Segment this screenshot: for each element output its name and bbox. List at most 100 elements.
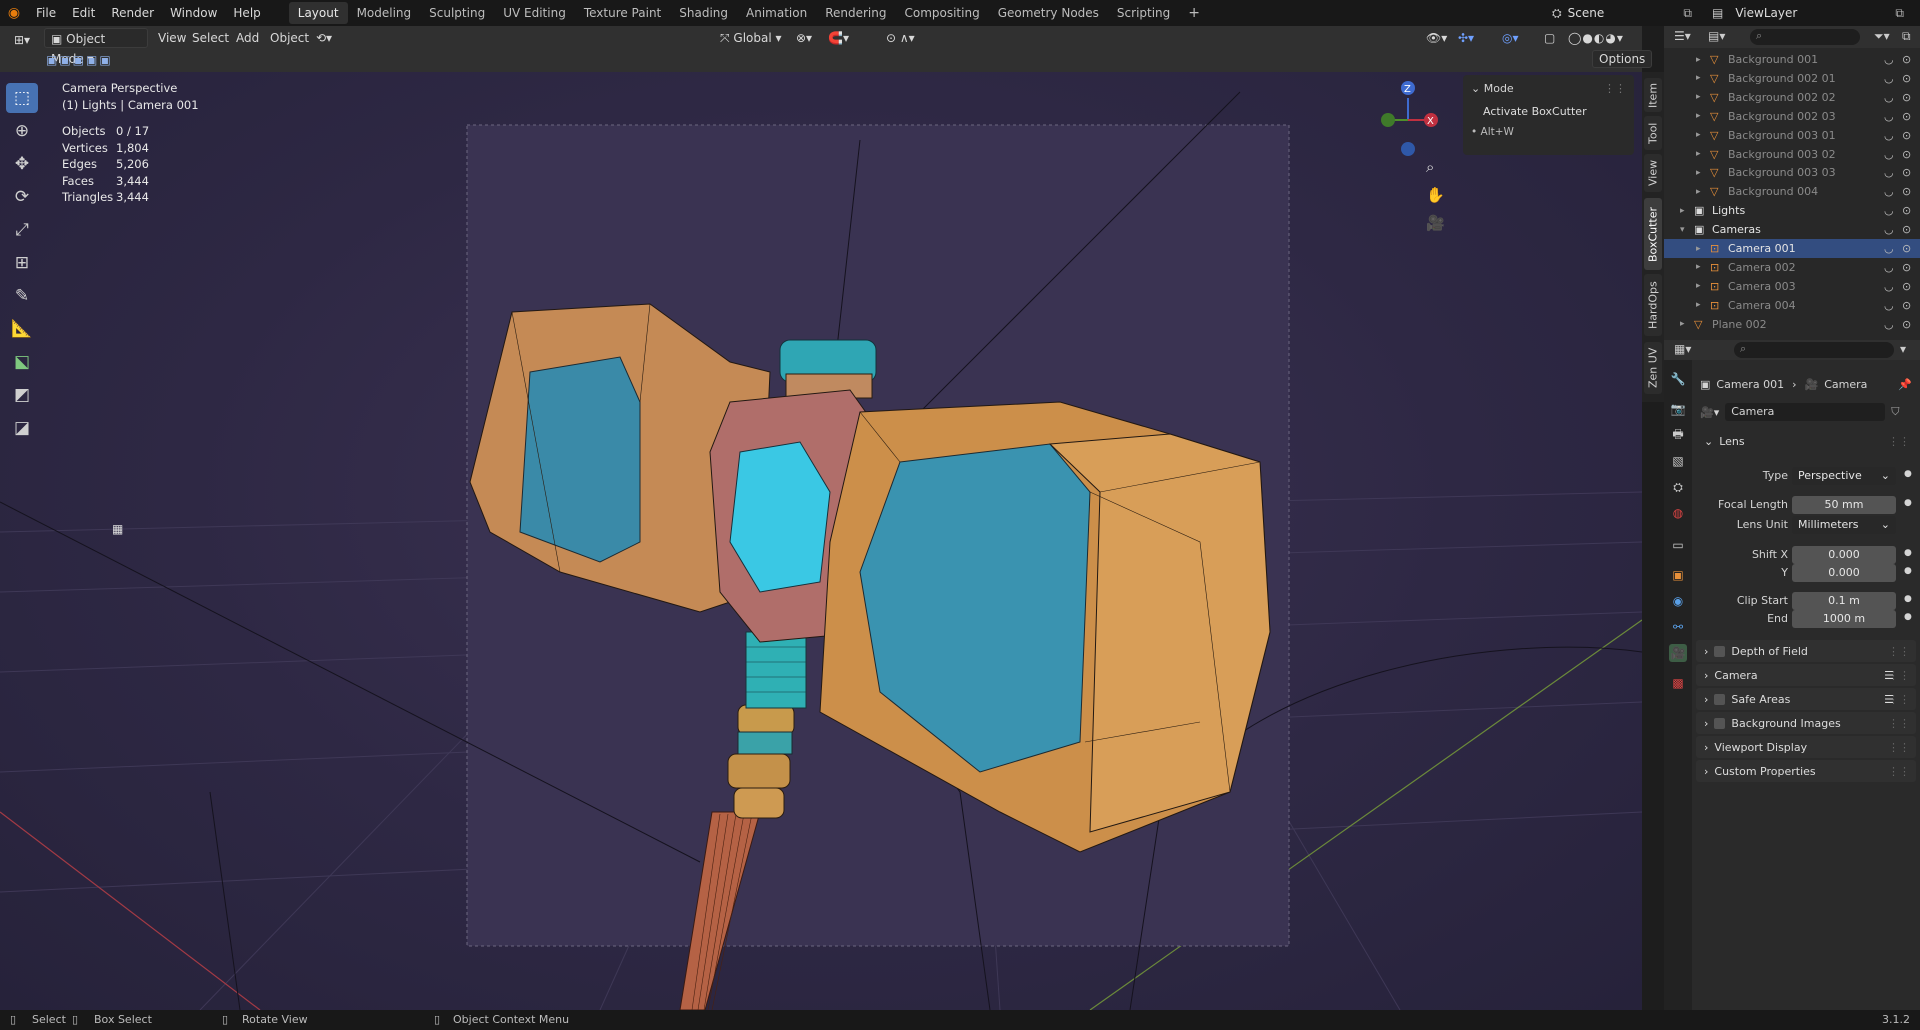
visibility-eye-icon[interactable]: ◡ xyxy=(1884,148,1894,161)
tab-scripting[interactable]: Scripting xyxy=(1108,2,1179,24)
camera-panel[interactable]: › Camera ☰ ⋮⋮ xyxy=(1696,664,1916,686)
constraints-props-icon[interactable]: ⚯ xyxy=(1669,618,1687,636)
select-mode-icons[interactable]: ▣▣▣▣▣ xyxy=(40,50,119,70)
visibility-eye-icon[interactable]: ◡ xyxy=(1884,318,1894,331)
outliner-row[interactable]: ▸ ▽ Background 002 02 ◡ ⊙ xyxy=(1664,88,1920,107)
menu-select[interactable]: Select xyxy=(186,28,235,48)
outliner-editor-icon[interactable]: ☰▾ xyxy=(1674,29,1691,43)
menu-edit[interactable]: Edit xyxy=(64,0,103,26)
keyframe-dot-icon[interactable]: ● xyxy=(1904,469,1912,479)
visibility-eye-icon[interactable]: ◡ xyxy=(1884,185,1894,198)
visibility-eye-icon[interactable]: ◡ xyxy=(1884,204,1894,217)
pan-view-icon[interactable]: ✋ xyxy=(1426,186,1445,204)
keyframe-dot-icon[interactable]: ● xyxy=(1904,498,1912,508)
scale-tool-icon[interactable]: ⤢ xyxy=(6,215,38,245)
snap-icon[interactable]: 🧲▾ xyxy=(822,28,855,48)
display-mode-icon[interactable]: ▤▾ xyxy=(1708,29,1725,43)
outliner-row[interactable]: ▸ ▽ Background 002 03 ◡ ⊙ xyxy=(1664,107,1920,126)
menu-help[interactable]: Help xyxy=(225,0,268,26)
view-layer-selector[interactable]: ViewLayer xyxy=(1735,6,1797,20)
render-toggle-icon[interactable]: ⊙ xyxy=(1902,280,1911,293)
texture-props-icon[interactable]: ▩ xyxy=(1669,674,1687,692)
visibility-eye-icon[interactable]: ◡ xyxy=(1884,72,1894,85)
outliner-row[interactable]: ▸ ⊡ Camera 002 ◡ ⊙ xyxy=(1664,258,1920,277)
mode-dropdown[interactable]: ▣ Object Mode ▾ xyxy=(44,28,148,66)
tab-view[interactable]: View xyxy=(1644,154,1662,192)
properties-options-icon[interactable]: ▾ xyxy=(1900,342,1906,356)
xray-toggle-icon[interactable]: ▢ xyxy=(1538,28,1561,48)
camera-data-props-icon[interactable]: 🎥 xyxy=(1669,644,1687,662)
custom-properties-panel[interactable]: › Custom Properties ⋮⋮ xyxy=(1696,760,1916,782)
outliner-row[interactable]: ▾ ▣ Cameras ◡ ⊙ xyxy=(1664,220,1920,239)
camera-datablock-icon[interactable]: 🎥▾ xyxy=(1700,406,1719,419)
render-toggle-icon[interactable]: ⊙ xyxy=(1902,129,1911,142)
shift-x-field[interactable]: 0.000 xyxy=(1792,546,1896,564)
visibility-eye-icon[interactable]: ◡ xyxy=(1884,242,1894,255)
tab-uv-editing[interactable]: UV Editing xyxy=(494,2,575,24)
tab-tool[interactable]: Tool xyxy=(1644,116,1662,150)
scene-selector[interactable]: Scene xyxy=(1568,6,1605,20)
render-toggle-icon[interactable]: ⊙ xyxy=(1902,72,1911,85)
chevron-right-icon[interactable]: ▸ xyxy=(1680,319,1685,329)
render-toggle-icon[interactable]: ⊙ xyxy=(1902,91,1911,104)
outliner-row[interactable]: ▸ ▽ Background 003 02 ◡ ⊙ xyxy=(1664,145,1920,164)
visibility-eye-icon[interactable]: ◡ xyxy=(1884,91,1894,104)
camera-datablock-field[interactable]: Camera xyxy=(1725,403,1886,421)
render-toggle-icon[interactable]: ⊙ xyxy=(1902,242,1911,255)
menu-render[interactable]: Render xyxy=(103,0,162,26)
outliner-row[interactable]: ▸ ▽ Plane 002 ◡ ⊙ xyxy=(1664,315,1920,334)
orientation-dropdown[interactable]: ⤧ Global ▾ xyxy=(714,28,788,48)
safe-areas-panel[interactable]: › Safe Areas ☰ ⋮⋮ xyxy=(1696,688,1916,710)
scene-props-icon[interactable]: ⛭ xyxy=(1669,478,1687,496)
boxcutter-tool-icon[interactable]: ◩ xyxy=(6,380,38,410)
render-toggle-icon[interactable]: ⊙ xyxy=(1902,318,1911,331)
cursor-tool-icon[interactable]: ⊕ xyxy=(6,116,38,146)
transform-tool-icon[interactable]: ⊞ xyxy=(6,248,38,278)
visibility-eye-icon[interactable]: ◡ xyxy=(1884,166,1894,179)
chevron-right-icon[interactable]: ▸ xyxy=(1696,92,1701,102)
checkbox[interactable] xyxy=(1714,645,1726,657)
depth-of-field-panel[interactable]: › Depth of Field ⋮⋮ xyxy=(1696,640,1916,662)
navigation-gizmo[interactable]: Z X xyxy=(1381,81,1438,156)
render-props-icon[interactable]: 📷 xyxy=(1669,400,1687,418)
render-toggle-icon[interactable]: ⊙ xyxy=(1902,223,1911,236)
render-toggle-icon[interactable]: ⊙ xyxy=(1902,299,1911,312)
render-toggle-icon[interactable]: ⊙ xyxy=(1902,261,1911,274)
new-view-layer-icon[interactable]: ⧉ xyxy=(1895,6,1904,21)
chevron-right-icon[interactable]: ▸ xyxy=(1696,262,1701,272)
chevron-right-icon[interactable]: ▸ xyxy=(1696,300,1701,310)
view-layer-props-icon[interactable]: ▧ xyxy=(1669,452,1687,470)
visibility-icon[interactable]: 👁▾ xyxy=(1420,28,1453,48)
focal-length-field[interactable]: 50 mm xyxy=(1792,496,1896,514)
chevron-right-icon[interactable]: ▸ xyxy=(1696,130,1701,140)
menu-object[interactable]: Object xyxy=(264,28,315,48)
chevron-right-icon[interactable]: ▸ xyxy=(1696,187,1701,197)
camera-view-icon[interactable]: 🎥 xyxy=(1426,214,1445,232)
keyframe-dot-icon[interactable]: ● xyxy=(1904,548,1912,558)
render-toggle-icon[interactable]: ⊙ xyxy=(1902,204,1911,217)
world-props-icon[interactable]: ◍ xyxy=(1669,504,1687,522)
physics-props-icon[interactable]: ◉ xyxy=(1669,592,1687,610)
clip-start-field[interactable]: 0.1 m xyxy=(1792,592,1896,610)
output-props-icon[interactable]: 🖶 xyxy=(1669,426,1687,444)
checkbox[interactable] xyxy=(1714,693,1726,705)
move-tool-icon[interactable]: ✥ xyxy=(6,149,38,179)
fake-user-icon[interactable]: ⛉ xyxy=(1891,405,1899,419)
annotate-tool-icon[interactable]: ✎ xyxy=(6,281,38,311)
add-workspace-button[interactable]: + xyxy=(1179,2,1209,24)
editor-type-icon[interactable]: ⊞▾ xyxy=(8,30,36,50)
keyframe-dot-icon[interactable]: ● xyxy=(1904,612,1912,622)
drag-handle-icon[interactable]: ⋮⋮ xyxy=(1888,717,1910,730)
new-collection-icon[interactable]: ⧉ xyxy=(1902,29,1911,44)
mode-panel-header[interactable]: ⌄ Mode xyxy=(1471,82,1514,95)
outliner-row[interactable]: ▸ ▽ Background 001 ◡ ⊙ xyxy=(1664,50,1920,69)
chevron-right-icon[interactable]: ▸ xyxy=(1696,281,1701,291)
3d-viewport[interactable]: Z X ⌕ ✋ 🎥 ▦ xyxy=(0,72,1642,1010)
tab-modeling[interactable]: Modeling xyxy=(348,2,421,24)
render-toggle-icon[interactable]: ⊙ xyxy=(1902,53,1911,66)
chevron-right-icon[interactable]: ▸ xyxy=(1696,168,1701,178)
drag-handle-icon[interactable]: ⋮⋮ xyxy=(1888,645,1910,658)
filter-icon[interactable]: ⏷▾ xyxy=(1874,29,1890,44)
tab-layout[interactable]: Layout xyxy=(288,2,348,24)
tab-compositing[interactable]: Compositing xyxy=(895,2,988,24)
